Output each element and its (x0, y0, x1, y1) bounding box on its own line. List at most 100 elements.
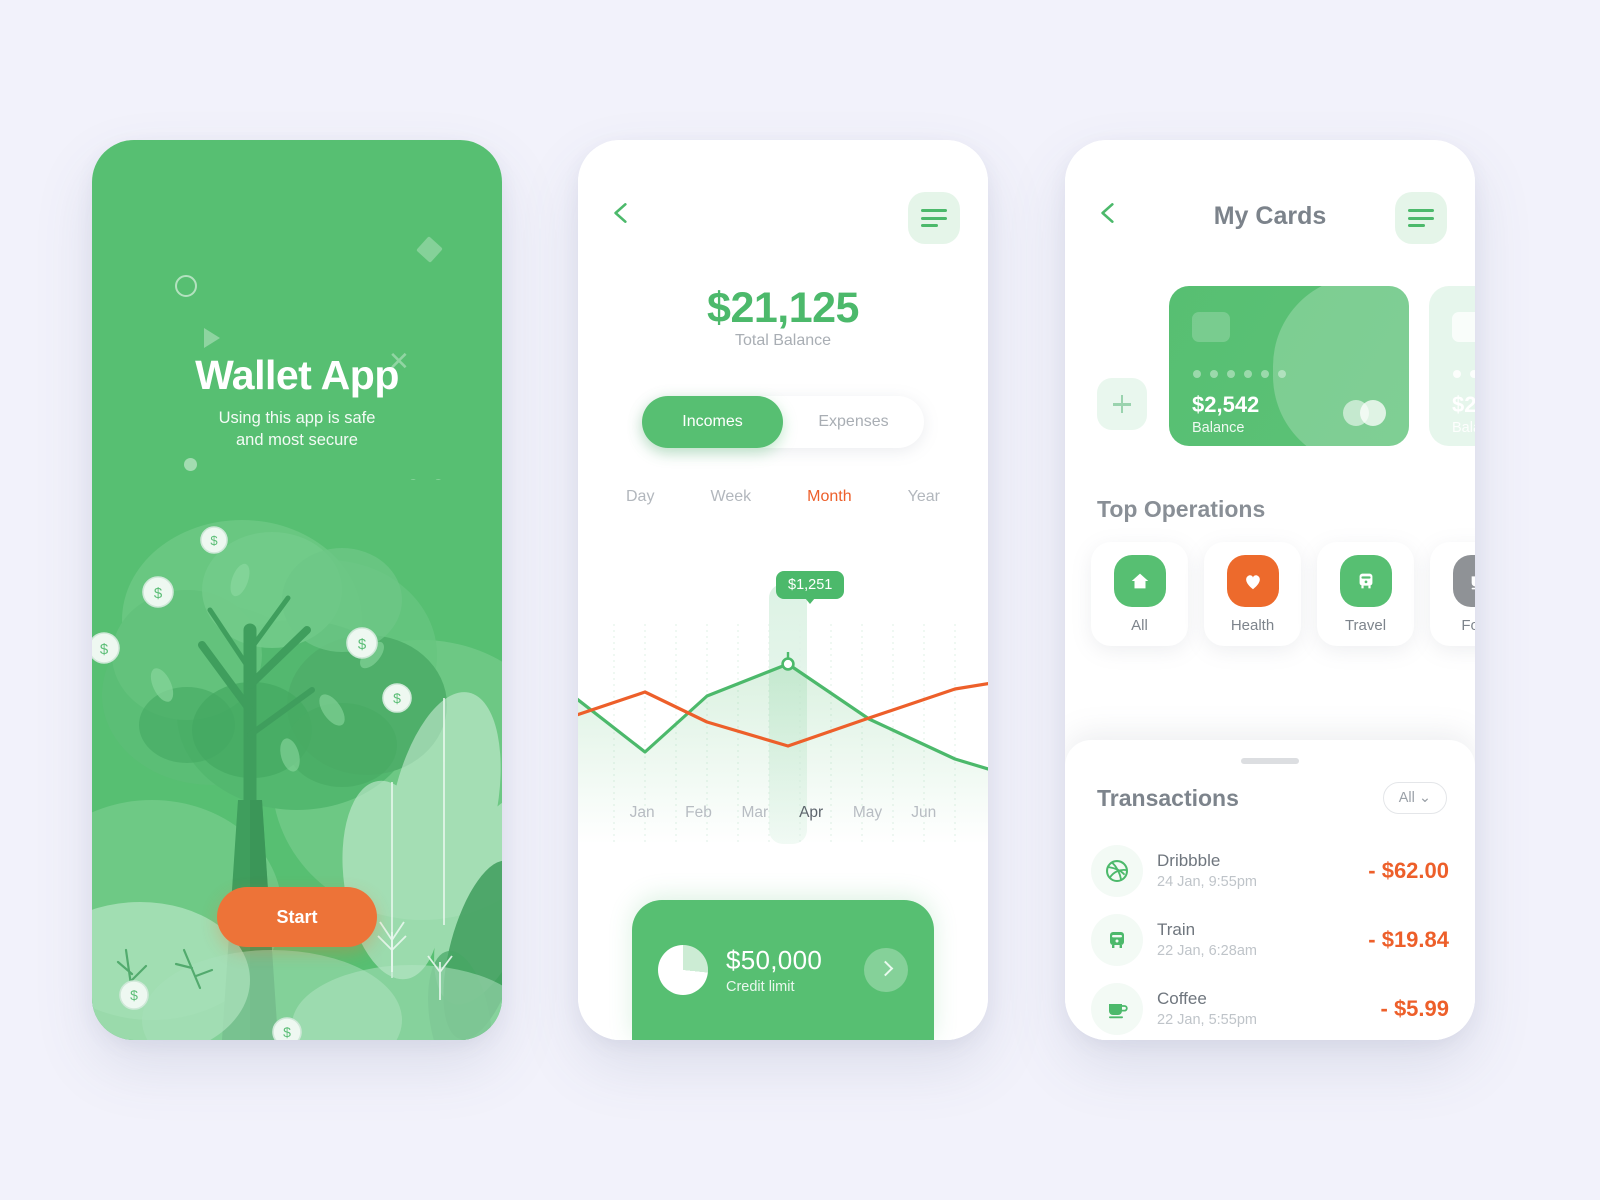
range-selector: Day Week Month Year (620, 488, 946, 506)
transactions-filter-label: All (1398, 790, 1415, 806)
range-week[interactable]: Week (705, 488, 758, 506)
transactions-filter-dropdown[interactable]: All ⌄ (1382, 782, 1447, 814)
transaction-date: 24 Jan, 9:55pm (1157, 874, 1257, 890)
chart-x-axis: Jan Feb Mar Apr May Jun (614, 804, 952, 822)
credit-limit-amount: $50,000 (726, 945, 823, 975)
svg-text:$: $ (100, 641, 109, 658)
heart-icon (1226, 554, 1279, 607)
x-tick-apr[interactable]: Apr (783, 804, 839, 822)
hamburger-menu-icon[interactable] (908, 192, 960, 244)
svg-text:$: $ (358, 636, 367, 653)
x-tick-jun[interactable]: Jun (896, 804, 952, 822)
pie-chart-icon (658, 945, 708, 995)
transaction-amount: - $5.99 (1380, 995, 1450, 1021)
credit-limit-label: Credit limit (726, 979, 795, 995)
bank-card-secondary[interactable]: $2, Bala (1429, 286, 1475, 446)
transaction-amount: - $62.00 (1368, 857, 1449, 883)
transactions-header: Transactions All ⌄ (1097, 782, 1447, 814)
phone-statistics-screen: $21,125 Total Balance Incomes Expenses D… (578, 140, 988, 1040)
operation-health[interactable]: Health (1204, 542, 1301, 646)
transaction-date: 22 Jan, 6:28am (1157, 943, 1257, 959)
credit-limit-text: $50,000 Credit limit (726, 945, 864, 995)
transactions-title: Transactions (1097, 784, 1239, 811)
plus-icon[interactable] (1097, 378, 1147, 430)
card-number-dots (1193, 370, 1286, 378)
bank-card-primary[interactable]: $2,542 Balance (1169, 286, 1409, 446)
income-expense-toggle: Incomes Expenses (642, 396, 924, 448)
transaction-name: Train (1157, 920, 1196, 939)
transaction-amount: - $19.84 (1368, 926, 1449, 952)
svg-text:$: $ (154, 585, 163, 602)
transactions-list: Dribbble 24 Jan, 9:55pm - $62.00 Train 2… (1091, 836, 1449, 1040)
operation-food[interactable]: Food (1430, 542, 1475, 646)
chevron-left-icon[interactable] (608, 200, 634, 226)
dot-icon (184, 458, 197, 471)
coffee-icon (1452, 554, 1475, 607)
transaction-name: Dribbble (1157, 851, 1221, 870)
screenshot-stage: ✕ Wallet App Using this app is safe and … (0, 0, 1600, 1200)
statistics-body: $21,125 Total Balance Incomes Expenses D… (578, 140, 988, 1040)
x-tick-may[interactable]: May (839, 804, 895, 822)
page-title: Wallet App (195, 352, 399, 398)
onboarding-body: ✕ Wallet App Using this app is safe and … (92, 140, 502, 1040)
transactions-sheet: Transactions All ⌄ Dribbble 24 Jan, 9:55… (1065, 740, 1475, 1040)
svg-text:$: $ (130, 987, 138, 1003)
phone-onboarding-screen: ✕ Wallet App Using this app is safe and … (92, 140, 502, 1040)
svg-text:$: $ (393, 690, 401, 706)
range-month[interactable]: Month (801, 488, 857, 506)
card-balance-label: Bala (1452, 420, 1475, 436)
operation-all[interactable]: All (1091, 542, 1188, 646)
operation-label: Food (1461, 616, 1475, 634)
square-icon (416, 236, 443, 263)
tab-expenses[interactable]: Expenses (783, 396, 924, 448)
total-balance-amount: $21,125 (707, 284, 859, 332)
my-cards-body: My Cards $2,542 Balance $2 Bal Top Opera… (1065, 140, 1475, 1040)
card-chip-icon (1452, 312, 1475, 342)
mastercard-icon (1343, 400, 1389, 426)
operation-label: Travel (1344, 616, 1387, 634)
home-icon (1113, 554, 1166, 607)
money-tree-illustration: $ $ $ $ $ $ $ (92, 480, 502, 1040)
transaction-date: 22 Jan, 5:55pm (1157, 1012, 1257, 1028)
range-year[interactable]: Year (902, 488, 946, 506)
operation-label: All (1131, 616, 1148, 634)
statistics-chart: $1,251 (578, 544, 988, 844)
circle-outline-icon (175, 275, 197, 297)
card-balance-amount: $2, (1452, 392, 1475, 417)
top-operations-list: All Health Travel Fo (1091, 542, 1475, 646)
range-day[interactable]: Day (620, 488, 660, 506)
credit-limit-card[interactable]: $50,000 Credit limit (632, 900, 934, 1040)
svg-text:$: $ (283, 1024, 291, 1040)
start-button[interactable]: Start (217, 887, 377, 947)
card-balance-amount: $2,542 (1192, 392, 1260, 417)
triangle-icon (204, 328, 220, 348)
tab-incomes[interactable]: Incomes (642, 396, 783, 448)
transaction-info: Coffee 22 Jan, 5:55pm (1157, 989, 1381, 1028)
x-tick-jan[interactable]: Jan (614, 804, 670, 822)
card-number-dots (1453, 370, 1475, 378)
top-operations-title: Top Operations (1097, 496, 1266, 522)
table-row[interactable]: Train 22 Jan, 6:28am - $19.84 (1091, 905, 1449, 974)
table-row[interactable]: Dribbble 24 Jan, 9:55pm - $62.00 (1091, 836, 1449, 905)
phone-my-cards-screen: My Cards $2,542 Balance $2 Bal Top Opera… (1065, 140, 1475, 1040)
x-tick-mar[interactable]: Mar (727, 804, 783, 822)
card-balance-label: Balance (1192, 420, 1245, 436)
total-balance-label: Total Balance (734, 332, 832, 349)
transaction-info: Dribbble 24 Jan, 9:55pm (1157, 851, 1368, 890)
dribbble-icon (1091, 844, 1143, 897)
transaction-info: Train 22 Jan, 6:28am (1157, 920, 1368, 959)
cards-carousel: $2,542 Balance $2, Bala (1065, 286, 1475, 446)
operation-label: Health (1230, 616, 1275, 634)
sheet-grab-handle[interactable] (1241, 758, 1299, 764)
coffee-icon (1091, 982, 1143, 1035)
page-title: My Cards (1213, 202, 1327, 230)
page-subtitle: Using this app is safe and most secure (218, 409, 376, 449)
train-icon (1091, 913, 1143, 966)
statistics-topbar (578, 192, 988, 248)
x-tick-feb[interactable]: Feb (670, 804, 726, 822)
train-icon (1339, 554, 1392, 607)
operation-travel[interactable]: Travel (1317, 542, 1414, 646)
table-row[interactable]: Coffee 22 Jan, 5:55pm - $5.99 (1091, 974, 1449, 1040)
svg-text:$: $ (210, 533, 218, 548)
chevron-right-icon[interactable] (864, 948, 908, 992)
